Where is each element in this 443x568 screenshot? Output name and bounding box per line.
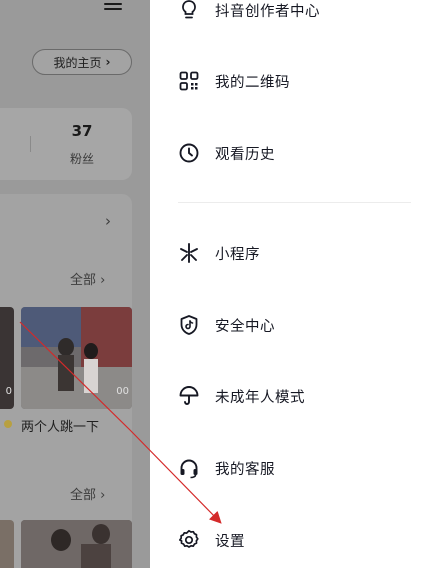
headset-icon [178, 457, 200, 479]
menu-label: 抖音创作者中心 [215, 3, 320, 20]
video-thumbnail-image [21, 520, 132, 568]
menu-item-mini-program[interactable]: 小程序 [178, 239, 260, 267]
menu-item-customer-service[interactable]: 我的客服 [178, 454, 275, 482]
my-homepage-button[interactable]: 我的主页 › [32, 49, 132, 75]
menu-item-settings[interactable]: 设置 [178, 526, 245, 554]
followers-count[interactable]: 37 [62, 122, 102, 140]
video-thumbnail[interactable] [0, 520, 14, 568]
menu-item-security-center[interactable]: 安全中心 [178, 311, 275, 339]
menu-item-history[interactable]: 观看历史 [178, 139, 275, 167]
side-drawer: 抖音创作者中心 我的二维码 观看历史 小程序 安全中心 未成年人模式 我的客服 … [150, 0, 443, 568]
video-thumbnail[interactable]: 0 [0, 307, 14, 409]
menu-item-qr-code[interactable]: 我的二维码 [178, 67, 290, 95]
followers-label[interactable]: 粉丝 [62, 150, 102, 167]
chevron-right-icon[interactable]: › [105, 212, 111, 230]
bulb-icon [178, 0, 200, 21]
menu-item-creator-center[interactable]: 抖音创作者中心 [178, 0, 320, 24]
gear-icon [178, 529, 200, 551]
video-play-count: 0 [5, 386, 12, 397]
menu-label: 小程序 [215, 246, 260, 263]
asterisk-icon [178, 242, 200, 264]
drawer-divider [178, 202, 411, 203]
video-thumbnail[interactable] [21, 520, 132, 568]
shield-icon [178, 314, 200, 336]
menu-label: 设置 [215, 533, 245, 550]
menu-label: 我的二维码 [215, 74, 290, 91]
video-thumbnail[interactable]: 00 [21, 307, 132, 409]
menu-label: 我的客服 [215, 461, 275, 478]
video-caption: 两个人跳一下 [21, 420, 100, 435]
chevron-right-icon: › [105, 55, 111, 69]
umbrella-icon [178, 385, 200, 407]
clock-icon [178, 142, 200, 164]
stats-card: 37 粉丝 [0, 108, 132, 180]
background-profile-page: 我的主页 › 37 粉丝 › 全部 › 0 00 两个人跳一下 全部 › [0, 0, 150, 568]
menu-label: 观看历史 [215, 146, 275, 163]
menu-label: 安全中心 [215, 318, 275, 335]
stats-divider [30, 136, 31, 152]
all-link[interactable]: 全部 › [70, 269, 105, 288]
my-homepage-label: 我的主页 [53, 55, 102, 70]
menu-item-minor-mode[interactable]: 未成年人模式 [178, 382, 305, 410]
menu-label: 未成年人模式 [215, 389, 305, 406]
video-play-count: 00 [116, 386, 129, 397]
works-section: › 全部 › 0 00 两个人跳一下 全部 › [0, 194, 132, 568]
coin-icon [4, 420, 12, 428]
menu-icon[interactable] [104, 0, 122, 12]
qrcode-icon [178, 70, 200, 92]
all-link[interactable]: 全部 › [70, 484, 105, 503]
